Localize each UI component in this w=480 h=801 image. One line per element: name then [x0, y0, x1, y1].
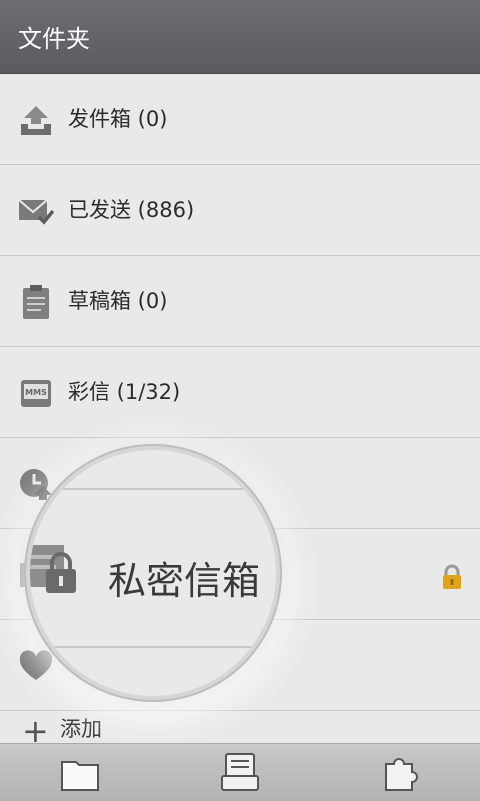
lock-icon	[443, 564, 461, 589]
folder-item-mms[interactable]: MMS 彩信 (1/32)	[0, 347, 480, 438]
folder-item-sent[interactable]: 已发送 (886)	[0, 165, 480, 256]
folder-label: 彩信 (1/32)	[68, 380, 181, 404]
magnifier-lens: 私密信箱	[30, 450, 276, 696]
page-title: 文件夹	[18, 25, 90, 53]
plugin-tab-icon[interactable]	[378, 750, 422, 794]
title-bar: 文件夹	[0, 0, 480, 74]
private-box-icon-magnified	[30, 545, 76, 593]
favorite-icon	[19, 650, 53, 680]
divider	[30, 646, 276, 648]
drafts-icon	[23, 285, 49, 319]
messages-tab-icon[interactable]	[218, 750, 262, 794]
folder-tab-icon[interactable]	[58, 750, 102, 794]
plus-icon: +	[22, 712, 49, 750]
bottom-tab-bar	[0, 743, 480, 801]
magnified-folder-label: 私密信箱	[108, 559, 261, 603]
folder-item-drafts[interactable]: 草稿箱 (0)	[0, 256, 480, 347]
folder-label: 草稿箱 (0)	[68, 289, 168, 313]
folder-item-outbox[interactable]: 发件箱 (0)	[0, 74, 480, 165]
outbox-icon	[21, 106, 51, 135]
svg-text:MMS: MMS	[25, 388, 47, 397]
scheduled-icon	[20, 469, 52, 500]
mms-icon: MMS	[21, 380, 51, 407]
folder-label: 已发送 (886)	[68, 198, 195, 222]
divider	[30, 488, 276, 490]
folder-label: 发件箱 (0)	[68, 107, 168, 131]
add-folder-label: 添加	[60, 717, 102, 741]
sent-icon	[18, 199, 54, 225]
